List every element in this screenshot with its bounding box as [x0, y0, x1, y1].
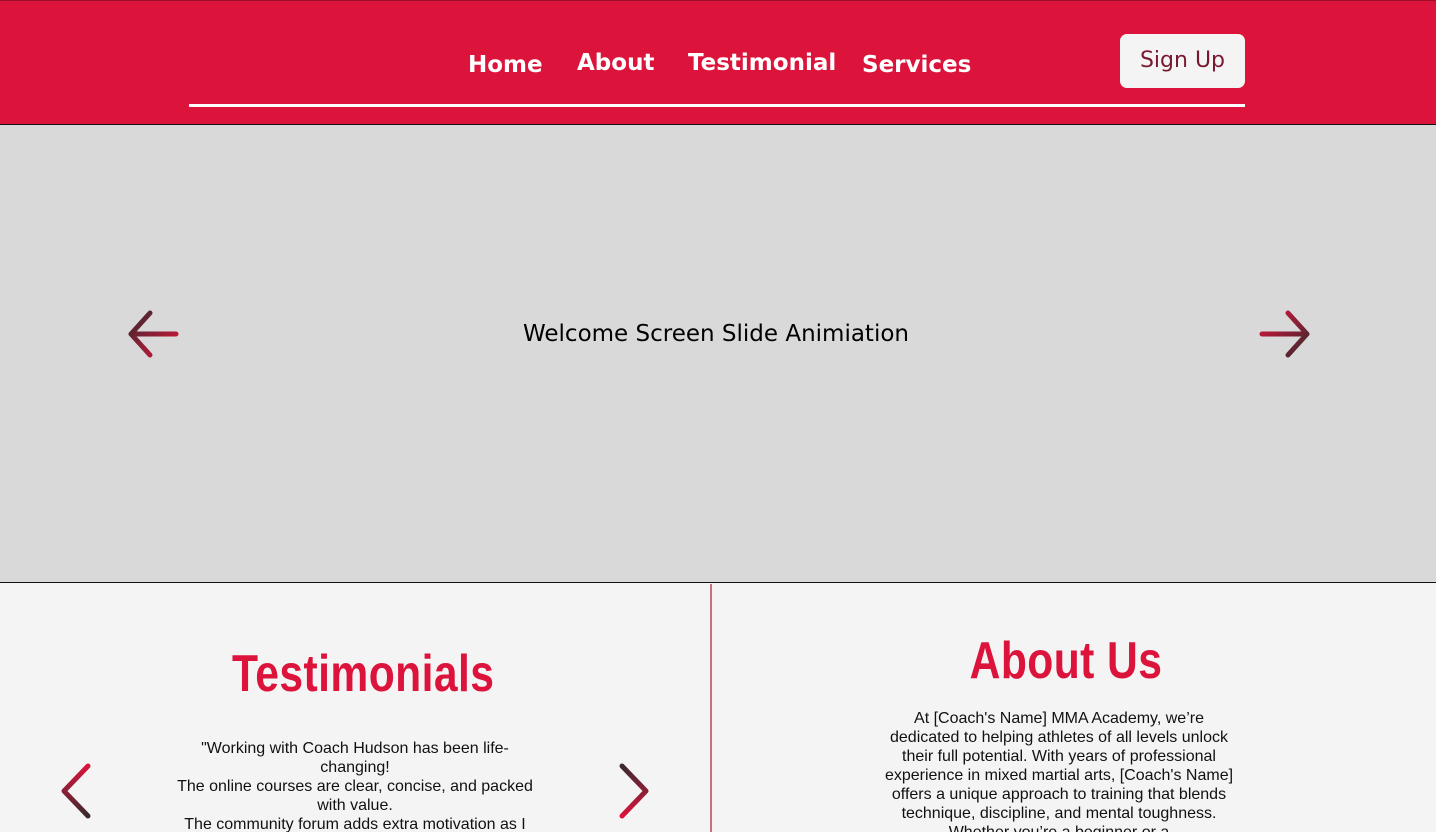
chevron-right-icon[interactable] — [612, 760, 654, 822]
testimonial-quote-line: The online courses are clear, concise, a… — [177, 778, 533, 814]
testimonial-quote-line: "Working with Coach Hudson has been life… — [201, 740, 509, 776]
nav-underline — [189, 104, 1245, 107]
about-body: At [Coach's Name] MMA Academy, we’re ded… — [884, 710, 1234, 832]
about-heading: About Us — [969, 632, 1163, 690]
hero-slider: Welcome Screen Slide Animiation — [0, 125, 1436, 583]
testimonial-quote: "Working with Coach Hudson has been life… — [168, 739, 542, 832]
nav-item-services[interactable]: Services — [862, 49, 971, 81]
nav-item-about[interactable]: About — [577, 47, 654, 79]
testimonials-heading: Testimonials — [232, 645, 495, 703]
sign-up-button[interactable]: Sign Up — [1120, 34, 1245, 88]
nav-item-testimonial[interactable]: Testimonial — [688, 47, 836, 79]
testimonial-quote-line: The community forum adds extra motivatio… — [184, 816, 526, 832]
chevron-left-icon[interactable] — [56, 760, 98, 822]
arrow-right-icon[interactable] — [1254, 307, 1314, 363]
site-header: Home About Testimonial Services Sign Up — [0, 0, 1436, 125]
hero-title: Welcome Screen Slide Animiation — [523, 321, 909, 347]
nav-item-home[interactable]: Home — [468, 49, 543, 81]
panel-divider — [710, 584, 712, 832]
